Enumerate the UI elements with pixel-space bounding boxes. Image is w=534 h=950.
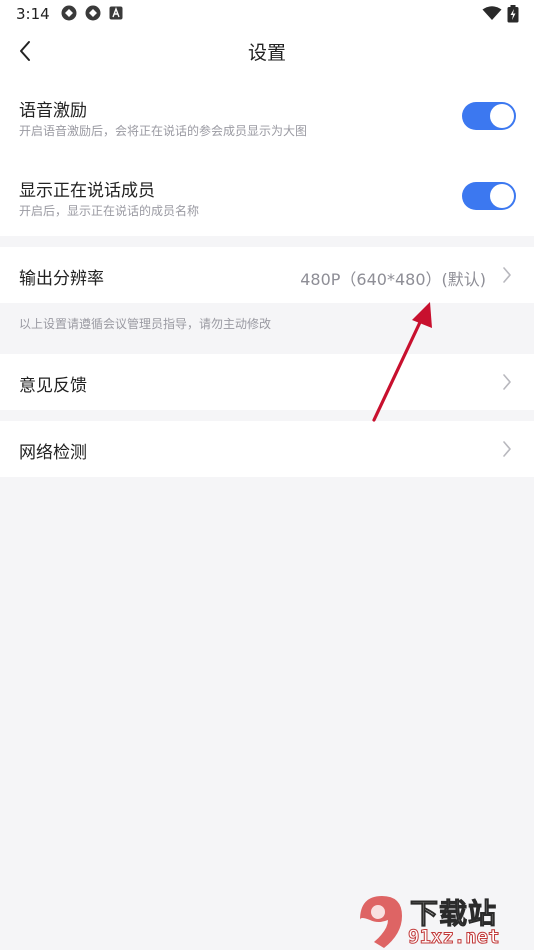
- setting-title: 语音激励: [19, 101, 87, 121]
- network-check-label: 网络检测: [19, 443, 87, 463]
- feedback-row[interactable]: 意见反馈: [0, 354, 534, 410]
- output-resolution-value: 480P（640*480）(默认): [300, 270, 486, 289]
- show-speaking-toggle[interactable]: [462, 182, 516, 210]
- setting-voice-motivation: 语音激励 开启语音激励后，会将正在说话的参会成员显示为大图: [0, 88, 534, 154]
- toggle-knob: [490, 104, 514, 128]
- annotation-arrow: [372, 302, 432, 422]
- toggle-knob: [490, 184, 514, 208]
- app-a-icon: [109, 6, 123, 20]
- status-time: 3:14: [16, 5, 50, 23]
- admin-notice: 以上设置请遵循会议管理员指导，请勿主动修改: [19, 317, 272, 331]
- setting-title: 显示正在说话成员: [19, 181, 155, 201]
- sync-icon: [85, 5, 101, 21]
- setting-description: 开启语音激励后，会将正在说话的参会成员显示为大图: [19, 124, 308, 138]
- chevron-right-icon: [503, 374, 511, 390]
- output-resolution-row[interactable]: 输出分辨率 480P（640*480）(默认): [0, 247, 534, 303]
- nav-bar: 设置: [0, 28, 534, 74]
- page-title: 设置: [247, 42, 286, 64]
- battery-icon: [507, 5, 519, 23]
- status-bar: 3:14: [0, 0, 534, 28]
- setting-description: 开启后，显示正在说话的成员名称: [19, 204, 200, 218]
- network-check-row[interactable]: 网络检测: [0, 421, 534, 477]
- chevron-right-icon: [503, 267, 511, 283]
- watermark: 下载站 91xz.net: [354, 890, 530, 950]
- setting-show-speaking-member: 显示正在说话成员 开启后，显示正在说话的成员名称: [0, 168, 534, 234]
- wifi-icon: [482, 6, 502, 20]
- voice-motivation-toggle[interactable]: [462, 102, 516, 130]
- watermark-logo-icon: [360, 896, 402, 948]
- watermark-text-bottom: 91xz.net: [408, 926, 501, 949]
- feedback-label: 意见反馈: [19, 376, 87, 396]
- sync-icon: [61, 5, 77, 21]
- chevron-right-icon: [503, 441, 511, 457]
- output-resolution-label: 输出分辨率: [19, 269, 104, 289]
